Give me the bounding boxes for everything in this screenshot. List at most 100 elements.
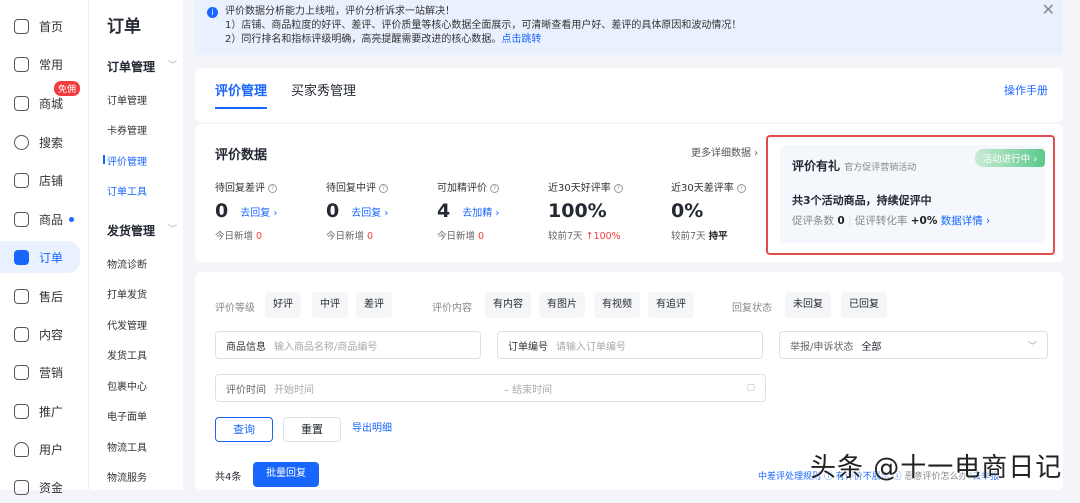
manual-link[interactable]: 操作手册: [1004, 82, 1048, 98]
tab-bar: 评价管理 买家秀管理 操作手册: [195, 68, 1063, 122]
rail-label: 用户: [39, 442, 64, 457]
help-icon[interactable]: ?: [490, 183, 499, 193]
reset-button[interactable]: 重置: [283, 417, 341, 442]
rail-promotion[interactable]: 推广: [0, 395, 80, 427]
export-details-link[interactable]: 导出明细: [351, 417, 393, 442]
rail-aftersale[interactable]: 售后: [0, 280, 80, 312]
rail-mall[interactable]: 商城 免佣: [0, 81, 80, 119]
help-icon[interactable]: ?: [268, 183, 277, 193]
calendar-icon: ▢: [746, 383, 755, 393]
reply-link[interactable]: 去回复 ›: [351, 204, 388, 219]
order-number-input[interactable]: 订单编号 请输入订单编号: [497, 331, 763, 359]
chip-has-followup[interactable]: 有追评: [648, 292, 694, 318]
send-icon: [14, 403, 29, 419]
rail-funds[interactable]: 资金: [0, 471, 80, 503]
folder-icon: [14, 56, 29, 72]
feature-link[interactable]: 去加精 ›: [462, 204, 499, 219]
subnav-item[interactable]: 包裹中心: [107, 378, 147, 393]
secondary-sidebar: 订单 订单管理 ﹀ 订单管理 卡券管理 评价管理 订单工具 发货管理 ﹀ 物流诊断 …: [88, 0, 183, 490]
rate-value: +0%: [910, 215, 938, 227]
input-label: 评价时间: [226, 384, 266, 396]
stat-sub-value: 0: [478, 231, 485, 242]
rail-label: 商城: [39, 96, 64, 111]
stat-negative-rate: 近30天差评率? 0% 较前7天 持平: [671, 179, 781, 242]
rail-common[interactable]: 常用: [0, 48, 80, 80]
reply-link[interactable]: 去回复 ›: [240, 204, 277, 219]
help-icon[interactable]: ?: [736, 183, 746, 193]
end-time-placeholder: – 结束时间: [504, 384, 553, 396]
rail-orders[interactable]: 订单: [0, 241, 80, 273]
input-label: 订单编号: [508, 341, 548, 353]
review-gift-promo-card[interactable]: 活动进行中 › 评价有礼 官方促评营销活动 共3个活动商品，持续促评中 促评条数…: [766, 135, 1055, 255]
batch-reply-button[interactable]: 批量回复: [253, 462, 319, 487]
stat-sub-label: 今日新增: [326, 231, 365, 242]
more-data-link[interactable]: 更多详细数据 ›: [691, 144, 758, 159]
subnav-order-management[interactable]: 订单管理: [107, 92, 147, 107]
rail-products[interactable]: 商品: [0, 203, 80, 235]
stat-label: 近30天好评率: [548, 183, 611, 194]
chip-replied[interactable]: 已回复: [841, 292, 887, 318]
tv-icon: [14, 326, 29, 342]
chip-has-video[interactable]: 有视频: [594, 292, 640, 318]
mall-icon: [14, 95, 29, 111]
chevron-down-icon: ﹀: [167, 61, 177, 71]
query-button[interactable]: 查询: [215, 417, 273, 442]
stat-pending-negative: 待回复差评? 0 去回复 › 今日新增 0: [215, 179, 325, 242]
subnav-item[interactable]: 物流工具: [107, 439, 147, 454]
stat-value: 100%: [548, 200, 607, 222]
start-time-placeholder: 开始时间: [274, 384, 314, 396]
help-icon[interactable]: ?: [379, 183, 388, 193]
subnav-item[interactable]: 代发管理: [107, 317, 147, 332]
activity-status-tag[interactable]: 活动进行中 ›: [974, 149, 1045, 167]
chevron-down-icon: ﹀: [167, 225, 177, 235]
search-icon: [14, 134, 29, 150]
group-order-management[interactable]: 订单管理 ﹀: [107, 58, 177, 75]
rail-marketing[interactable]: 营销: [0, 356, 80, 388]
rail-content[interactable]: 内容: [0, 318, 80, 350]
group-shipping-management[interactable]: 发货管理 ﹀: [107, 222, 177, 239]
rail-label: 商品: [39, 212, 64, 227]
megaphone-icon: [14, 364, 29, 380]
data-detail-link[interactable]: 数据详情 ›: [941, 215, 991, 227]
chip-neutral[interactable]: 中评: [312, 292, 348, 318]
rail-search[interactable]: 搜索: [0, 126, 80, 158]
stat-sub-value: 0: [256, 231, 263, 242]
promo-body: 活动进行中 › 评价有礼 官方促评营销活动 共3个活动商品，持续促评中 促评条数…: [780, 145, 1045, 243]
tab-review-management[interactable]: 评价管理: [215, 80, 268, 109]
order-icon: [14, 249, 29, 265]
subnav-item[interactable]: 打单发货: [107, 286, 147, 301]
notice-text: 2）同行排名和指标评级明确，高亮提醒需要改进的核心数据。: [225, 34, 502, 45]
select-value: 全部: [861, 341, 882, 353]
chip-negative[interactable]: 差评: [356, 292, 392, 318]
stat-label: 可加精评价: [437, 183, 487, 194]
product-icon: [14, 211, 29, 227]
rail-label: 推广: [39, 404, 64, 419]
subnav-item[interactable]: 物流诊断: [107, 256, 147, 271]
product-info-input[interactable]: 商品信息 输入商品名称/商品编号: [215, 331, 481, 359]
rail-home[interactable]: 首页: [0, 10, 80, 42]
subnav-item[interactable]: 发货工具: [107, 347, 147, 362]
tab-buyer-show[interactable]: 买家秀管理: [291, 80, 356, 99]
promo-title-text: 评价有礼: [792, 159, 841, 173]
chip-has-image[interactable]: 有图片: [539, 292, 585, 318]
rail-label: 内容: [39, 327, 64, 342]
promo-subtitle: 官方促评营销活动: [844, 163, 917, 173]
subnav-item[interactable]: 电子面单: [107, 408, 147, 423]
subnav-order-tools[interactable]: 订单工具: [107, 183, 147, 198]
content-label: 评价内容: [432, 303, 472, 314]
chip-positive[interactable]: 好评: [265, 292, 301, 318]
notice-link[interactable]: 点击跳转: [501, 34, 541, 45]
chip-unreplied[interactable]: 未回复: [785, 292, 831, 318]
rail-users[interactable]: 用户: [0, 433, 80, 465]
review-time-range[interactable]: 评价时间 开始时间 – 结束时间 ▢: [215, 374, 766, 402]
close-icon[interactable]: ✕: [1042, 2, 1055, 18]
help-icon[interactable]: ?: [613, 183, 623, 193]
chip-has-content[interactable]: 有内容: [485, 292, 531, 318]
rail-shop[interactable]: 店铺: [0, 164, 80, 196]
subnav-item[interactable]: 物流服务: [107, 469, 147, 484]
subnav-review-management[interactable]: 评价管理: [103, 153, 147, 168]
subnav-coupon-management[interactable]: 卡券管理: [107, 122, 147, 137]
chevron-down-icon: ﹀: [1027, 341, 1037, 352]
info-icon: i: [207, 7, 218, 18]
report-status-select[interactable]: 举报/申诉状态 全部 ﹀: [779, 331, 1048, 359]
